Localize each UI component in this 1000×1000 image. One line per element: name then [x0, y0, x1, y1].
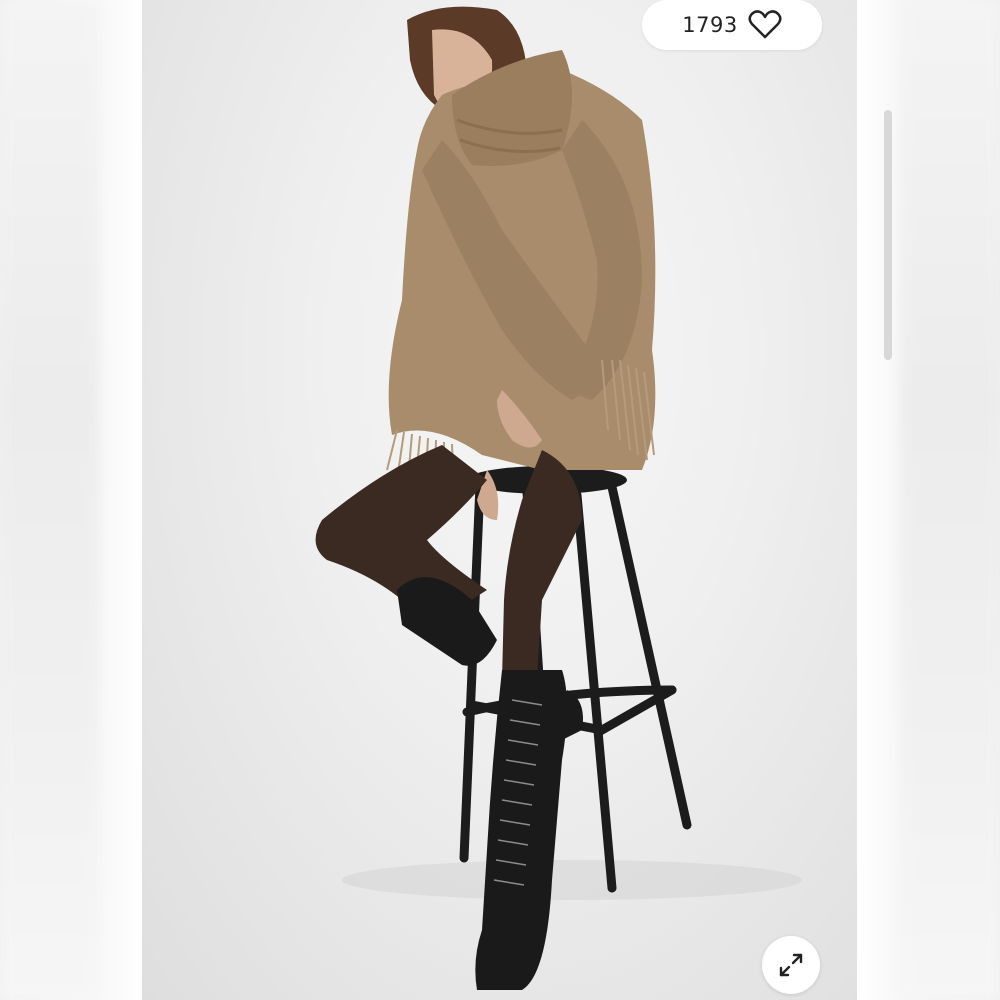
product-photo[interactable]: [142, 0, 857, 1000]
like-count: 1793: [682, 13, 738, 37]
scrollbar[interactable]: [884, 110, 892, 360]
boots: [397, 577, 583, 990]
expand-image-button[interactable]: [762, 936, 820, 994]
like-button[interactable]: 1793: [642, 0, 822, 50]
screen: 1793: [0, 0, 1000, 1000]
right-blurred-backdrop: [900, 0, 1000, 1000]
heart-outline-icon: [748, 10, 782, 39]
left-blurred-backdrop: [0, 0, 100, 1000]
expand-arrows-icon: [779, 953, 803, 977]
product-photo-illustration: [315, 6, 802, 990]
